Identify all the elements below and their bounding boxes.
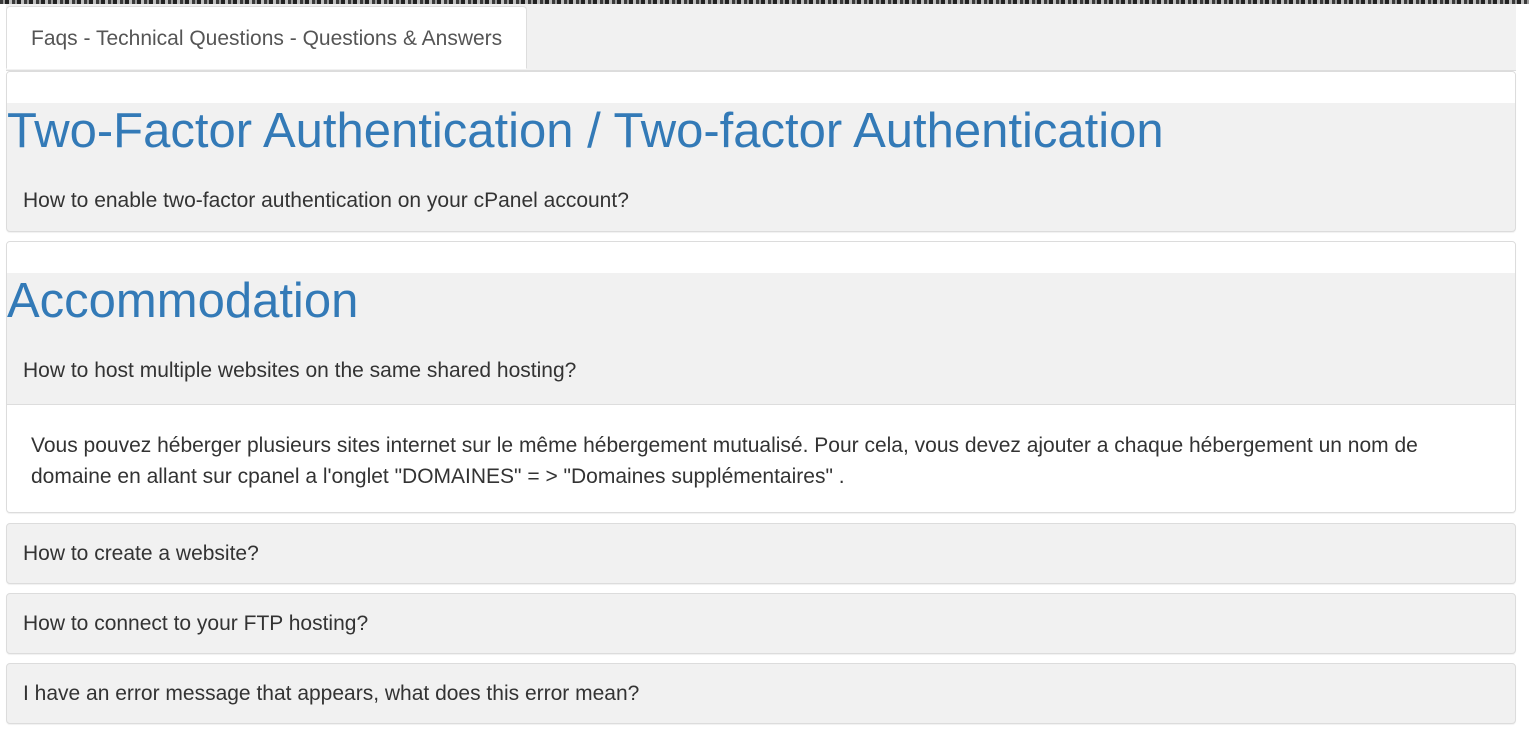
panel-spacer: [7, 72, 1515, 103]
section-title: Accommodation: [7, 274, 359, 328]
faq-item-error-message[interactable]: I have an error message that appears, wh…: [6, 663, 1516, 724]
faq-question-error-message[interactable]: I have an error message that appears, wh…: [7, 664, 1515, 723]
faq-question-connect-ftp[interactable]: How to connect to your FTP hosting?: [7, 594, 1515, 653]
panel-spacer: [7, 242, 1515, 273]
section-title: Two-Factor Authentication / Two-factor A…: [7, 104, 1164, 158]
tab-faqs-technical[interactable]: Faqs - Technical Questions - Questions &…: [6, 6, 528, 69]
tab-bar: Faqs - Technical Questions - Questions &…: [6, 4, 1516, 71]
faq-section-two-factor: Two-Factor Authentication / Two-factor A…: [6, 71, 1516, 232]
faq-answer-multiple-websites: Vous pouvez héberger plusieurs sites int…: [7, 404, 1515, 512]
faq-question-create-website[interactable]: How to create a website?: [7, 524, 1515, 583]
faq-item-create-website[interactable]: How to create a website?: [6, 523, 1516, 584]
faq-item-connect-ftp[interactable]: How to connect to your FTP hosting?: [6, 593, 1516, 654]
faq-section-accommodation: Accommodation How to host multiple websi…: [6, 241, 1516, 513]
faq-question-enable-2fa[interactable]: How to enable two-factor authentication …: [7, 158, 1515, 213]
faq-question-multiple-websites[interactable]: How to host multiple websites on the sam…: [7, 328, 1515, 404]
